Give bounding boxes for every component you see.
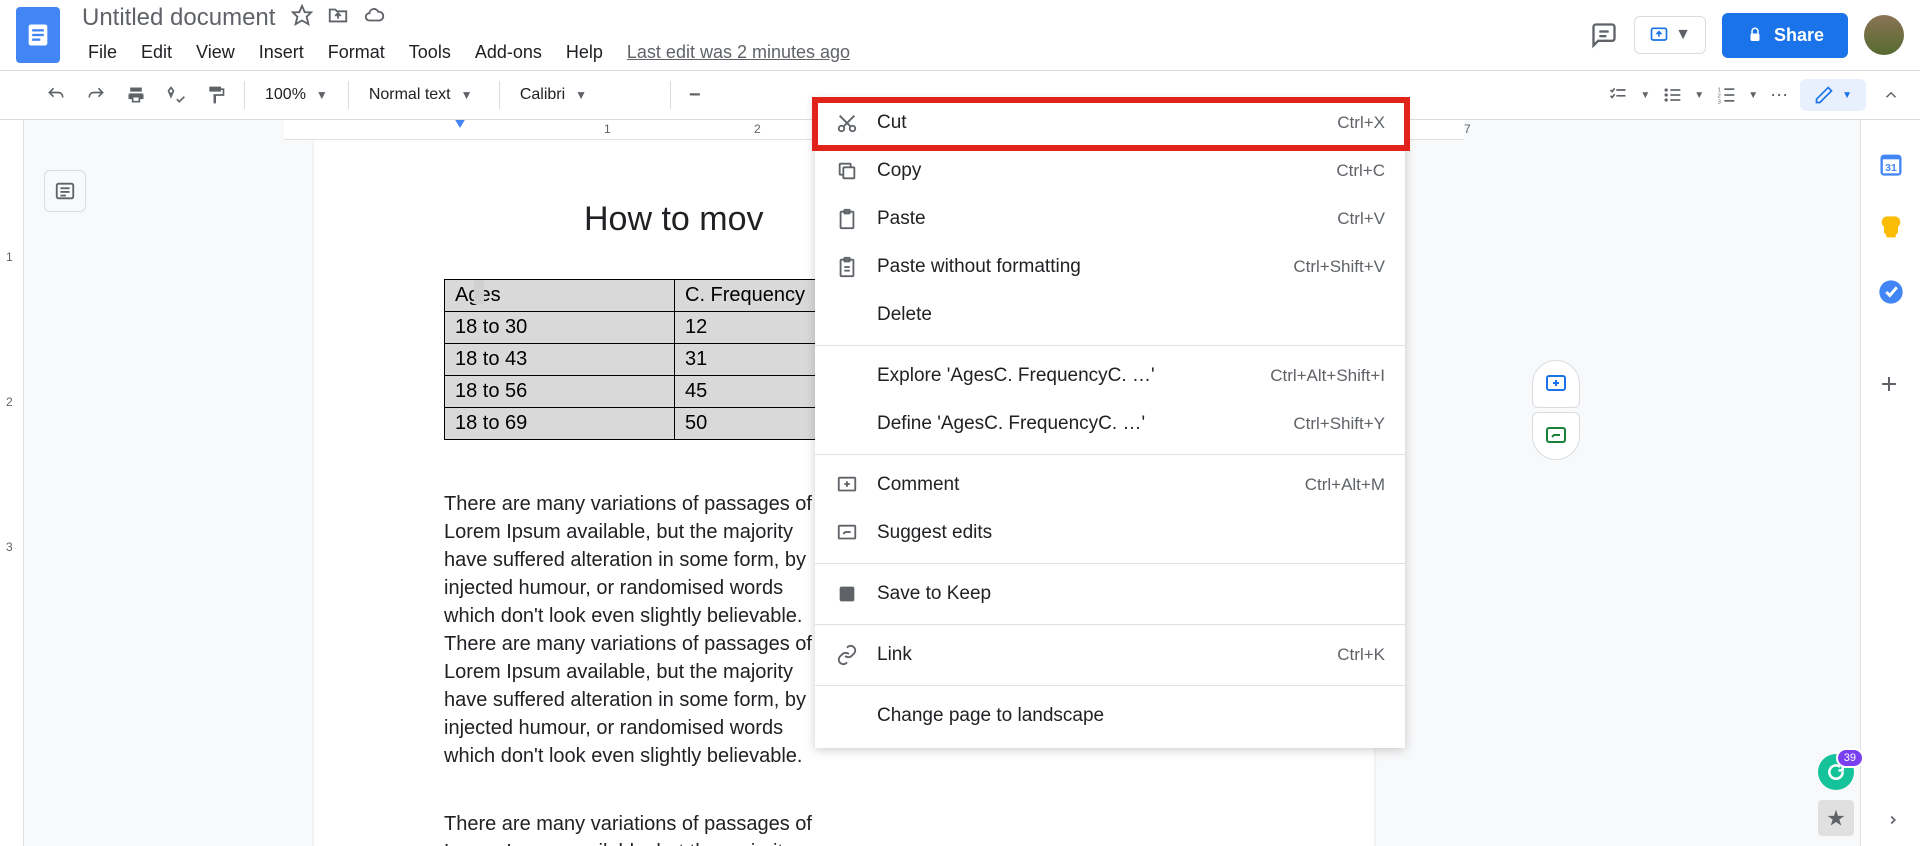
- paint-format-button[interactable]: [198, 79, 234, 111]
- add-icon[interactable]: [1877, 372, 1905, 400]
- header-right: ▼ Share: [1590, 13, 1904, 58]
- doc-title[interactable]: Untitled document: [78, 2, 279, 34]
- grammarly-icon[interactable]: 39: [1818, 754, 1854, 790]
- share-button[interactable]: Share: [1722, 13, 1848, 58]
- paragraph[interactable]: There are many variations of passages of…: [444, 810, 824, 846]
- star-icon[interactable]: [291, 4, 313, 31]
- ctx-paste[interactable]: Paste Ctrl+V: [815, 195, 1405, 243]
- svg-text:31: 31: [1885, 162, 1897, 174]
- link-icon: [835, 643, 859, 667]
- paragraph[interactable]: There are many variations of passages of…: [444, 490, 824, 770]
- docs-logo[interactable]: [16, 7, 60, 63]
- suggest-icon: [835, 521, 859, 545]
- keep-icon[interactable]: [1877, 214, 1905, 242]
- ctx-suggest[interactable]: Suggest edits: [815, 509, 1405, 557]
- undo-button[interactable]: [38, 79, 74, 111]
- ctx-landscape[interactable]: Change page to landscape: [815, 692, 1405, 740]
- numbered-list-button[interactable]: 123: [1708, 79, 1744, 111]
- ctx-define[interactable]: Define 'AgesC. FrequencyC. …' Ctrl+Shift…: [815, 400, 1405, 448]
- explore-button[interactable]: [1818, 800, 1854, 836]
- keep-save-icon: [835, 582, 859, 606]
- svg-text:3: 3: [1718, 99, 1721, 105]
- calendar-icon[interactable]: 31: [1877, 150, 1905, 178]
- paste-nf-icon: [835, 255, 859, 279]
- suggest-edits-button[interactable]: [1532, 412, 1580, 460]
- bottom-badges: 39: [1818, 754, 1854, 836]
- menu-addons[interactable]: Add-ons: [465, 36, 552, 69]
- comments-icon[interactable]: [1590, 21, 1618, 49]
- share-label: Share: [1774, 25, 1824, 46]
- side-panel: 31: [1860, 120, 1920, 846]
- bullet-list-button[interactable]: [1654, 79, 1690, 111]
- menu-format[interactable]: Format: [318, 36, 395, 69]
- spellcheck-button[interactable]: [158, 79, 194, 111]
- menubar: File Edit View Insert Format Tools Add-o…: [78, 36, 1590, 69]
- indent-marker[interactable]: [454, 120, 466, 128]
- title-area: Untitled document File Edit View Insert …: [78, 2, 1590, 69]
- style-select[interactable]: Normal text▼: [359, 82, 489, 108]
- checklist-button[interactable]: [1600, 79, 1636, 111]
- comment-icon: [835, 473, 859, 497]
- paste-icon: [835, 207, 859, 231]
- ctx-delete[interactable]: Delete: [815, 291, 1405, 339]
- menu-edit[interactable]: Edit: [131, 36, 182, 69]
- cloud-icon[interactable]: [363, 4, 385, 31]
- context-menu: Cut Ctrl+X Copy Ctrl+C Paste Ctrl+V Past…: [815, 99, 1405, 748]
- print-button[interactable]: [118, 79, 154, 111]
- edit-mode-button[interactable]: ▼: [1800, 79, 1866, 111]
- more-button[interactable]: ⋯: [1762, 79, 1796, 112]
- font-size-minus[interactable]: −: [681, 78, 709, 113]
- last-edit[interactable]: Last edit was 2 minutes ago: [617, 36, 860, 69]
- present-button[interactable]: ▼: [1634, 16, 1706, 54]
- ctx-keep[interactable]: Save to Keep: [815, 570, 1405, 618]
- cut-icon: [835, 111, 859, 135]
- vertical-ruler: 1 2 3: [0, 120, 24, 846]
- ctx-cut[interactable]: Cut Ctrl+X: [815, 99, 1405, 147]
- copy-icon: [835, 159, 859, 183]
- menu-tools[interactable]: Tools: [399, 36, 461, 69]
- move-icon[interactable]: [327, 4, 349, 31]
- ctx-comment[interactable]: Comment Ctrl+Alt+M: [815, 461, 1405, 509]
- menu-help[interactable]: Help: [556, 36, 613, 69]
- add-comment-button[interactable]: [1532, 360, 1580, 408]
- avatar[interactable]: [1864, 15, 1904, 55]
- ctx-paste-nf[interactable]: Paste without formatting Ctrl+Shift+V: [815, 243, 1405, 291]
- tasks-icon[interactable]: [1877, 278, 1905, 306]
- ctx-explore[interactable]: Explore 'AgesC. FrequencyC. …' Ctrl+Alt+…: [815, 352, 1405, 400]
- data-table[interactable]: AgesC. Frequency 18 to 3012 18 to 4331 1…: [444, 279, 820, 440]
- grammarly-count: 39: [1836, 748, 1864, 768]
- text-cursor: [474, 280, 484, 304]
- menu-insert[interactable]: Insert: [249, 36, 314, 69]
- font-select[interactable]: Calibri▼: [510, 82, 660, 108]
- side-collapse-icon[interactable]: [1886, 813, 1900, 832]
- menu-view[interactable]: View: [186, 36, 245, 69]
- redo-button[interactable]: [78, 79, 114, 111]
- header: Untitled document File Edit View Insert …: [0, 0, 1920, 70]
- float-actions: [1532, 360, 1580, 460]
- ctx-link[interactable]: Link Ctrl+K: [815, 631, 1405, 679]
- zoom-select[interactable]: 100%▼: [255, 82, 338, 108]
- ctx-copy[interactable]: Copy Ctrl+C: [815, 147, 1405, 195]
- menu-file[interactable]: File: [78, 36, 127, 69]
- collapse-button[interactable]: [1874, 80, 1908, 110]
